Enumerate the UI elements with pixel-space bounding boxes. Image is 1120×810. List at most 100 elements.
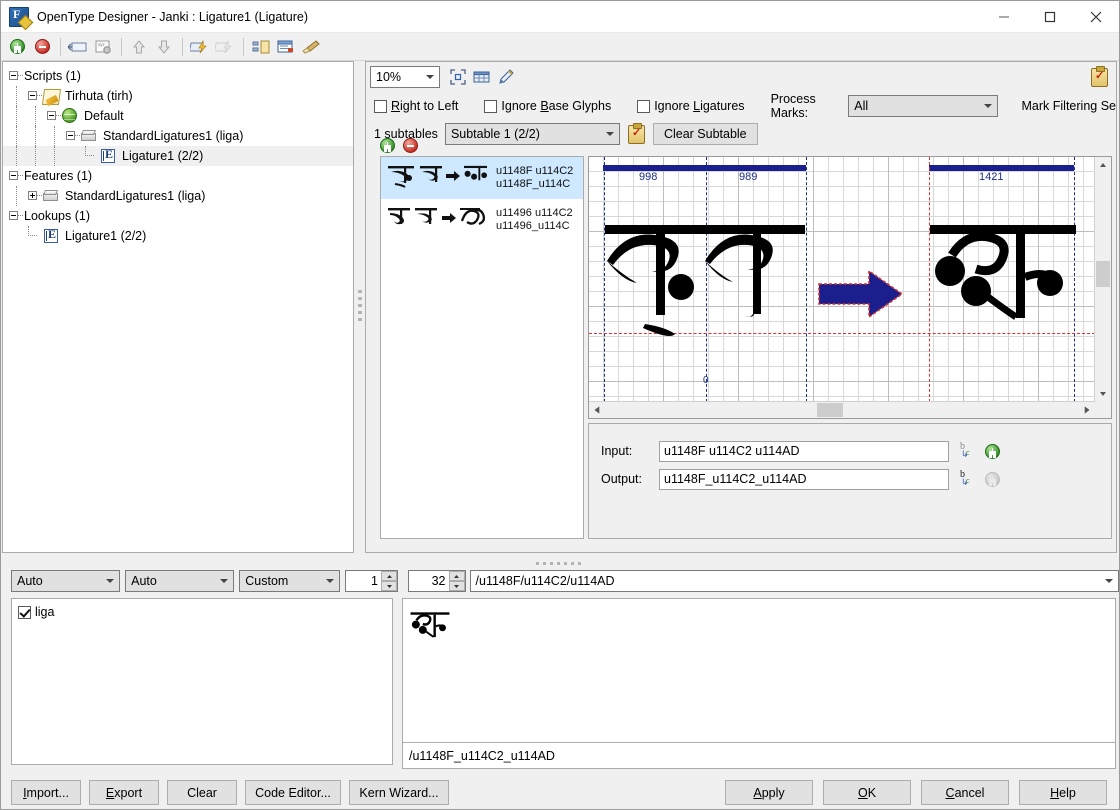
tree-node-feature-standardligatures1[interactable]: StandardLigatures1 (liga) [3, 186, 353, 206]
liga-checkbox[interactable] [18, 605, 31, 619]
glyph-canvas-grid[interactable]: 998 989 1421 0 [589, 157, 1095, 402]
chevron-down-icon[interactable] [600, 124, 619, 144]
maximize-button[interactable] [1027, 1, 1073, 32]
list-item[interactable]: u1148F u114C2 u1148F_u114C [381, 157, 583, 199]
pen-icon[interactable] [494, 65, 518, 89]
vertical-splitter[interactable] [355, 61, 365, 553]
render-mode-value: Custom [245, 574, 289, 588]
clear-button[interactable]: Clear [167, 780, 237, 805]
tree-node-lookup-ligature1[interactable]: Ligature1 (2/2) [3, 226, 353, 246]
ignore-base-glyphs-checkbox[interactable] [484, 99, 498, 113]
spin-down-button[interactable] [381, 581, 397, 591]
chevron-down-icon[interactable] [101, 571, 120, 591]
zoom-value: 10% [376, 70, 402, 84]
right-to-left-checkbox[interactable] [374, 99, 387, 113]
spin-stepper-1[interactable]: 1 [345, 570, 398, 592]
fit-to-window-icon[interactable] [446, 65, 470, 89]
subtable-clipboard-icon[interactable] [627, 122, 645, 144]
expander-minus-icon[interactable] [64, 126, 80, 146]
scroll-down-button[interactable] [1095, 386, 1111, 402]
feature-box-icon [79, 128, 99, 144]
expander-minus-icon[interactable] [7, 206, 23, 226]
list-item[interactable]: liga [18, 603, 392, 621]
broom-clean-icon[interactable] [299, 35, 323, 59]
import-button[interactable]: Import... [11, 780, 81, 805]
glyph-picker-icon[interactable]: b ↳ c [959, 441, 977, 460]
close-button[interactable] [1073, 1, 1119, 32]
text-preview-panel[interactable] [402, 598, 1116, 743]
expander-minus-icon[interactable] [26, 86, 42, 106]
horizontal-splitter[interactable] [1, 558, 1119, 568]
add-green-icon[interactable] [985, 443, 1000, 459]
remove-icon[interactable] [30, 35, 54, 59]
canvas-vertical-scrollbar[interactable] [1094, 157, 1111, 402]
spin-up-button[interactable] [381, 571, 397, 581]
chevron-down-icon[interactable] [978, 96, 997, 116]
feature-scope-select-1[interactable]: Auto [11, 570, 121, 592]
chevron-down-icon[interactable] [1100, 571, 1118, 591]
feature-scope-select-2[interactable]: Auto [125, 570, 235, 592]
ignore-ligatures-checkbox[interactable] [637, 99, 651, 113]
code-editor-button[interactable]: Code Editor... [245, 780, 341, 805]
edit-window-icon[interactable] [274, 35, 298, 59]
preview-text-combo[interactable]: /u1148F/u114C2/u114AD [469, 570, 1119, 592]
move-down-icon[interactable] [152, 35, 176, 59]
tree-node-label: Ligature1 (2/2) [122, 149, 204, 163]
minimize-button[interactable] [981, 1, 1027, 32]
spin-1-buttons[interactable] [381, 571, 397, 591]
process-marks-combo[interactable]: All [848, 95, 998, 117]
input-field[interactable]: u1148F u114C2 u114AD [659, 440, 949, 462]
expander-minus-icon[interactable] [45, 106, 61, 126]
tree-node-default[interactable]: Default [3, 106, 353, 126]
chevron-down-icon[interactable] [321, 571, 340, 591]
scroll-up-button[interactable] [1095, 157, 1111, 173]
help-button[interactable]: Help [1019, 780, 1107, 805]
spin-down-button[interactable] [448, 581, 465, 591]
vertical-scroll-thumb[interactable] [1096, 261, 1110, 287]
horizontal-scroll-thumb[interactable] [817, 403, 843, 417]
remove-rule-button[interactable] [403, 137, 418, 153]
feature-checklist[interactable]: liga [11, 598, 393, 765]
chevron-down-icon[interactable] [215, 571, 234, 591]
list-item[interactable]: u11496 u114C2 u11496_u114C [381, 199, 583, 241]
expander-minus-icon[interactable] [7, 166, 23, 186]
rename-icon[interactable] [66, 35, 90, 59]
export-button[interactable]: Export [89, 780, 159, 805]
kern-wizard-button[interactable]: Kern Wizard... [349, 780, 449, 805]
tree-node-scripts[interactable]: Scripts (1) [3, 66, 353, 86]
ligature-rule-list[interactable]: u1148F u114C2 u1148F_u114C u11496 u114C2… [380, 156, 584, 539]
tree-node-standardligatures1[interactable]: StandardLigatures1 (liga) [3, 126, 353, 146]
glyph-picker-icon[interactable]: b ↳ c [959, 469, 977, 488]
zoom-combo[interactable]: 10% [370, 66, 440, 88]
ok-button[interactable]: OK [823, 780, 911, 805]
spin-stepper-2[interactable]: 32 [408, 570, 466, 592]
lookup-tree-panel[interactable]: Scripts (1) Tirhuta (tirh) Default Stand… [2, 61, 354, 553]
glyph-canvas[interactable]: 998 989 1421 0 [588, 156, 1112, 419]
xyz-glyph-icon[interactable]: xyz [91, 35, 115, 59]
scroll-right-button[interactable] [1079, 402, 1095, 418]
chevron-down-icon[interactable] [421, 67, 439, 87]
tree-node-tirhuta[interactable]: Tirhuta (tirh) [3, 86, 353, 106]
spin-up-button[interactable] [448, 571, 465, 581]
grid-icon[interactable] [470, 65, 494, 89]
render-mode-select[interactable]: Custom [239, 570, 341, 592]
clear-subtable-button[interactable]: Clear Subtable [652, 123, 758, 145]
canvas-horizontal-scrollbar[interactable] [589, 401, 1095, 418]
expander-minus-icon[interactable] [7, 66, 23, 86]
scroll-left-button[interactable] [589, 402, 605, 418]
cancel-button[interactable]: Cancel [921, 780, 1009, 805]
add-icon[interactable] [5, 35, 29, 59]
expander-plus-icon[interactable] [26, 186, 42, 206]
output-field[interactable]: u1148F_u114C2_u114AD [659, 468, 949, 490]
add-rule-button[interactable] [380, 137, 395, 153]
tree-node-lookups[interactable]: Lookups (1) [3, 206, 353, 226]
move-up-icon[interactable] [127, 35, 151, 59]
tree-node-features[interactable]: Features (1) [3, 166, 353, 186]
lightning-apply-icon[interactable] [188, 35, 212, 59]
apply-button[interactable]: Apply [725, 780, 813, 805]
spin-2-value: 32 [431, 574, 446, 588]
clipboard-check-icon[interactable] [1091, 65, 1108, 87]
tree-node-ligature1-selected[interactable]: Ligature1 (2/2) [3, 146, 353, 166]
spin-2-buttons[interactable] [448, 571, 465, 591]
copy-subtable-icon[interactable] [249, 35, 273, 59]
